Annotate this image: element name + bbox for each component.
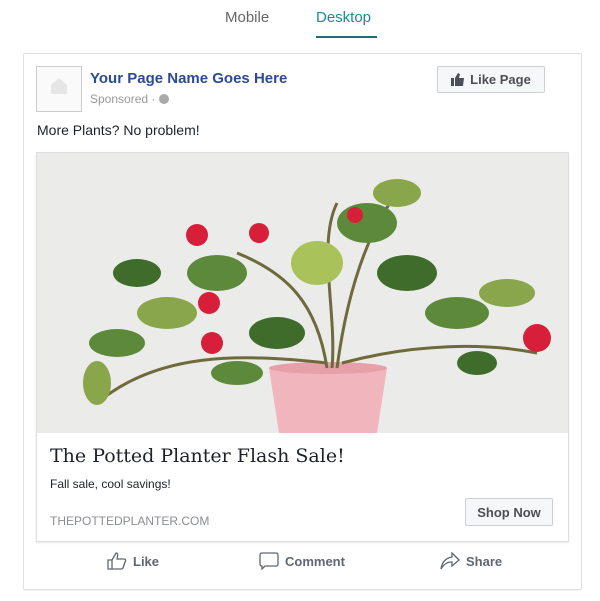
comment-label: Comment (285, 553, 345, 569)
like-label: Like (133, 553, 160, 569)
page-avatar[interactable] (36, 66, 82, 112)
placeholder-logo-icon (51, 78, 67, 94)
sponsored-label: Sponsored · (90, 92, 169, 106)
preview-tabs: Mobile Desktop (0, 0, 600, 40)
ad-domain: THEPOTTEDPLANTER.COM (50, 514, 210, 528)
comment-icon (259, 552, 279, 570)
like-button[interactable]: Like (107, 552, 159, 570)
page-name-link[interactable]: Your Page Name Goes Here (90, 70, 287, 87)
comment-button[interactable]: Comment (259, 552, 345, 570)
ad-image-potted-plant[interactable] (37, 153, 568, 433)
share-icon (440, 552, 460, 570)
post-actions: Like Comment Share (24, 552, 581, 576)
active-tab-indicator (316, 36, 377, 38)
ad-post-card: Your Page Name Goes Here Sponsored · Lik… (23, 53, 582, 590)
sponsored-text: Sponsored (90, 92, 149, 106)
share-label: Share (466, 553, 503, 569)
globe-icon (158, 94, 169, 104)
thumbs-up-icon (451, 73, 465, 86)
thumbs-up-icon (107, 552, 127, 570)
ad-link-preview[interactable]: The Potted Planter Flash Sale! Fall sale… (36, 152, 569, 542)
post-text: More Plants? No problem! (37, 122, 200, 138)
like-page-button[interactable]: Like Page (437, 66, 545, 93)
ad-headline[interactable]: The Potted Planter Flash Sale! (50, 445, 345, 467)
shop-now-button[interactable]: Shop Now (465, 498, 553, 526)
like-page-label: Like Page (470, 72, 531, 87)
share-button[interactable]: Share (440, 552, 502, 570)
tab-desktop[interactable]: Desktop (316, 9, 371, 26)
tab-mobile[interactable]: Mobile (225, 9, 269, 26)
ad-description: Fall sale, cool savings! (50, 477, 171, 491)
